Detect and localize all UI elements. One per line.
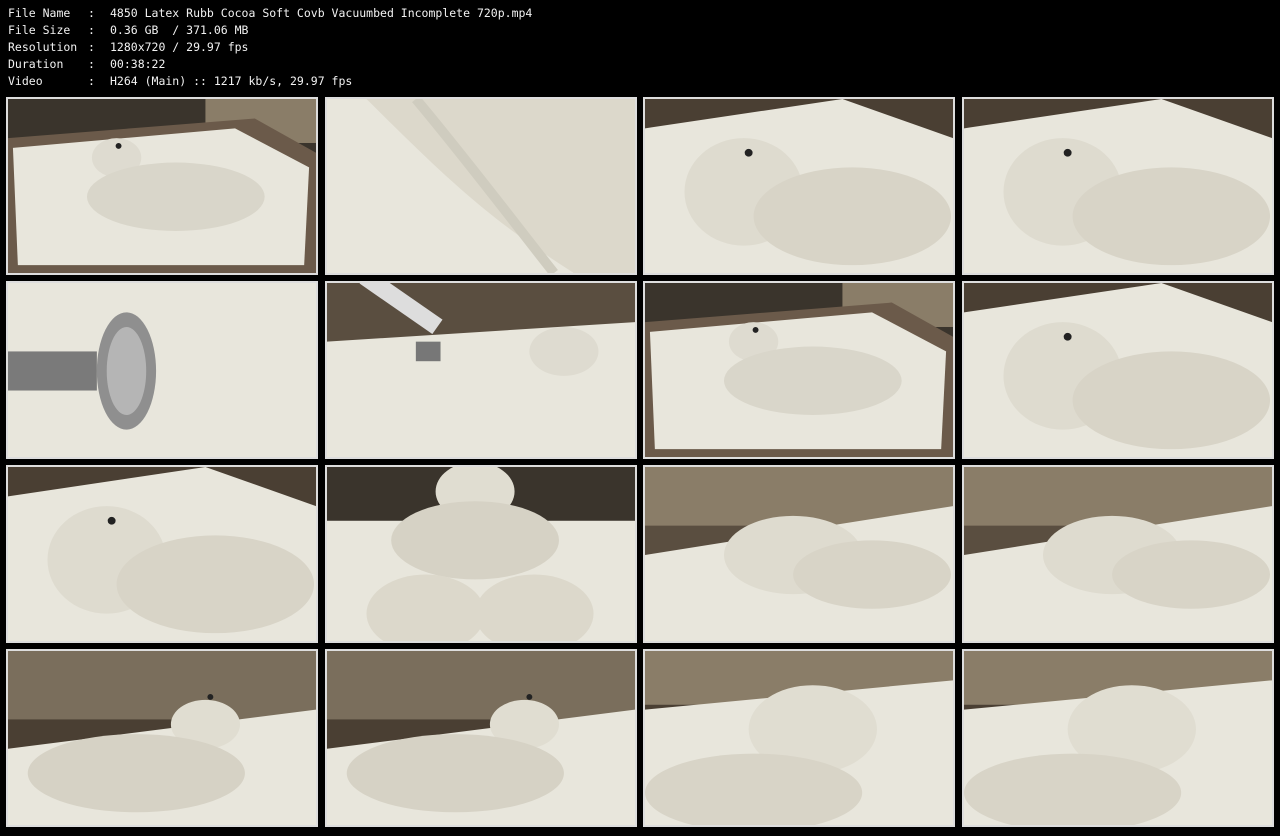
thumbnail-frame	[645, 283, 953, 457]
info-row-video: Video : H264 (Main) :: 1217 kb/s, 29.97 …	[8, 73, 532, 90]
thumbnail-frame	[8, 283, 316, 457]
video-thumbnail	[643, 97, 955, 275]
thumbnail-frame	[326, 99, 635, 273]
info-label: Resolution	[8, 40, 78, 54]
info-label: File Name	[8, 6, 71, 20]
thumbnail-frame	[645, 651, 953, 825]
video-thumbnail	[6, 281, 318, 459]
info-separator: :	[88, 57, 95, 71]
video-thumbnail	[961, 281, 1274, 459]
thumbnail-frame	[645, 99, 953, 273]
video-thumbnail	[324, 97, 637, 275]
info-value: 0.36 GB / 371.06 MB	[110, 23, 249, 37]
thumbnail-frame	[645, 467, 953, 641]
thumbnail-frame	[963, 99, 1272, 273]
info-value: 00:38:22	[110, 57, 166, 71]
video-thumbnail	[961, 649, 1274, 827]
info-value: 1280x720 / 29.97 fps	[110, 40, 249, 54]
thumbnail-frame	[8, 651, 316, 825]
video-thumbnail	[324, 465, 637, 643]
thumbnail-frame	[8, 99, 316, 273]
video-thumbnail	[961, 97, 1274, 275]
info-separator: :	[88, 74, 95, 88]
info-row-filesize: File Size : 0.36 GB / 371.06 MB	[8, 22, 532, 39]
video-thumbnail	[643, 649, 955, 827]
video-thumbnail	[324, 281, 637, 459]
thumbnail-frame	[326, 283, 635, 457]
info-row-resolution: Resolution : 1280x720 / 29.97 fps	[8, 39, 532, 56]
info-label: File Size	[8, 23, 71, 37]
thumbnail-grid	[3, 95, 1276, 832]
info-value: 4850 Latex Rubb Cocoa Soft Covb Vacuumbe…	[110, 6, 533, 20]
info-separator: :	[88, 6, 95, 20]
video-thumbnail	[6, 649, 318, 827]
info-label: Duration	[8, 57, 64, 71]
file-info: File Name : 4850 Latex Rubb Cocoa Soft C…	[8, 5, 532, 90]
info-value: H264 (Main) :: 1217 kb/s, 29.97 fps	[110, 74, 353, 88]
video-thumbnail	[643, 465, 955, 643]
thumbnail-frame	[8, 467, 316, 641]
info-row-duration: Duration : 00:38:22	[8, 56, 532, 73]
video-thumbnail	[643, 281, 955, 459]
video-thumbnail	[6, 465, 318, 643]
info-label: Video	[8, 74, 43, 88]
video-thumbnail	[6, 97, 318, 275]
video-thumbnail	[324, 649, 637, 827]
info-separator: :	[88, 40, 95, 54]
info-separator: :	[88, 23, 95, 37]
info-row-filename: File Name : 4850 Latex Rubb Cocoa Soft C…	[8, 5, 532, 22]
video-thumbnail	[961, 465, 1274, 643]
thumbnail-frame	[963, 283, 1272, 457]
thumbnail-frame	[963, 651, 1272, 825]
thumbnail-frame	[963, 467, 1272, 641]
thumbnail-frame	[326, 651, 635, 825]
thumbnail-frame	[326, 467, 635, 641]
